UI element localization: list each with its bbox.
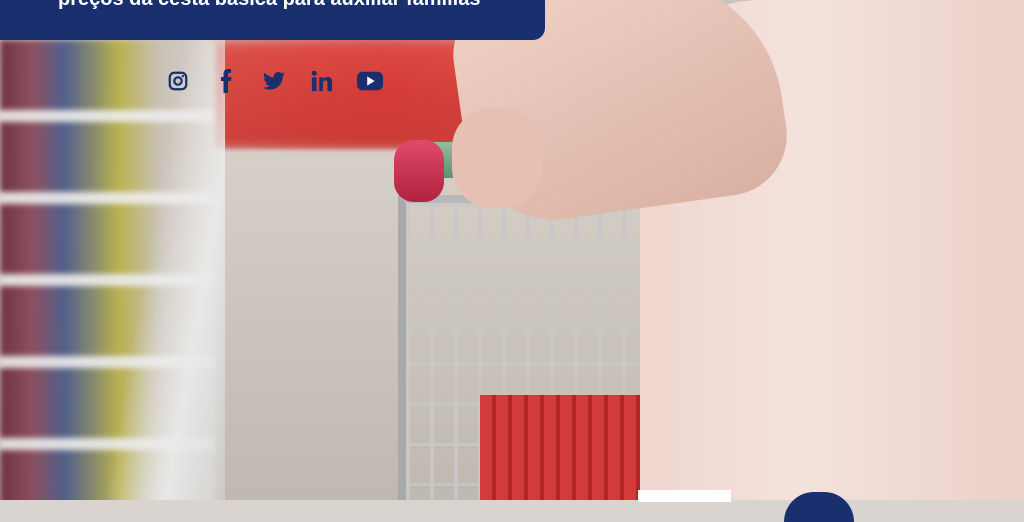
instagram-icon[interactable] — [165, 68, 191, 94]
cart-red-basket — [480, 395, 650, 500]
shelf-edge — [0, 40, 225, 500]
headline-banner: preços da cesta básica para auxiliar fam… — [0, 0, 545, 40]
twitter-icon[interactable] — [261, 68, 287, 94]
linkedin-icon[interactable] — [309, 68, 335, 94]
shopper-hand — [452, 108, 542, 208]
photo-background — [0, 0, 1024, 500]
headline-text: preços da cesta básica para auxiliar fam… — [58, 0, 480, 11]
youtube-icon[interactable] — [357, 68, 383, 94]
partner-logo-white — [638, 490, 731, 502]
social-links — [165, 68, 383, 94]
facebook-icon[interactable] — [213, 68, 239, 94]
cart-handle-cap — [394, 140, 444, 202]
